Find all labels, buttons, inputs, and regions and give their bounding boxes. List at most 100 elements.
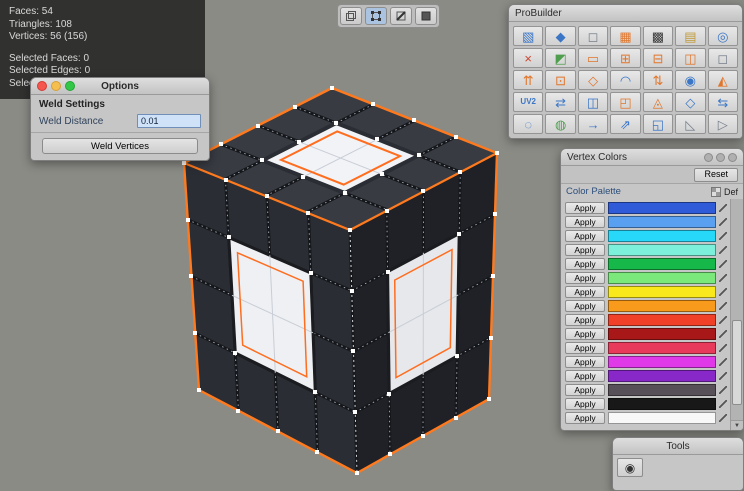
color-swatch[interactable]: [608, 384, 716, 396]
edit-color-icon[interactable]: [719, 344, 727, 352]
edit-color-icon[interactable]: [719, 232, 727, 240]
vertex-handle[interactable]: [276, 429, 280, 433]
edit-color-icon[interactable]: [719, 218, 727, 226]
edit-color-icon[interactable]: [719, 372, 727, 380]
vertex-handle[interactable]: [388, 452, 392, 456]
apply-color-button[interactable]: Apply: [565, 230, 605, 242]
color-swatch[interactable]: [608, 328, 716, 340]
apply-color-button[interactable]: Apply: [565, 328, 605, 340]
vertex-handle[interactable]: [343, 191, 347, 195]
color-swatch[interactable]: [608, 216, 716, 228]
edit-color-icon[interactable]: [719, 274, 727, 282]
edit-color-icon[interactable]: [719, 386, 727, 394]
zoom-button[interactable]: [65, 81, 75, 91]
face-mode-button[interactable]: [415, 7, 437, 25]
collapse-vertices-tool-button[interactable]: ▷: [708, 114, 738, 134]
weld-vertices-button[interactable]: Weld Vertices: [42, 138, 198, 154]
center-pivot-tool-button[interactable]: ◎: [708, 26, 738, 46]
shrink-selection-tool-button[interactable]: ⇗: [610, 114, 640, 134]
subdivide-object-tool-button[interactable]: ⊞: [610, 48, 640, 68]
flip-triangles-tool-button[interactable]: ⇆: [708, 92, 738, 112]
apply-color-button[interactable]: Apply: [565, 216, 605, 228]
poly-shape-tool-button[interactable]: ◆: [545, 26, 575, 46]
vertex-handle[interactable]: [458, 170, 462, 174]
vertex-handle[interactable]: [197, 388, 201, 392]
fill-holes-tool-button[interactable]: ◍: [545, 114, 575, 134]
subdivide-faces-tool-button[interactable]: ◬: [643, 92, 673, 112]
select-holes-tool-button[interactable]: ◌: [513, 114, 543, 134]
vertex-handle[interactable]: [297, 140, 301, 144]
palette-preset-selector[interactable]: Def: [711, 187, 738, 197]
options-titlebar[interactable]: Options: [31, 78, 209, 95]
vertex-handle[interactable]: [186, 218, 190, 222]
edit-color-icon[interactable]: [719, 260, 727, 268]
insert-edge-loop-tool-button[interactable]: ◫: [578, 92, 608, 112]
vertex-handle[interactable]: [301, 175, 305, 179]
apply-color-button[interactable]: Apply: [565, 370, 605, 382]
scrollbar[interactable]: ▼: [730, 199, 743, 431]
vertex-handle[interactable]: [227, 235, 231, 239]
vertex-colors-tool-button[interactable]: ▤: [675, 26, 705, 46]
close-button[interactable]: [37, 81, 47, 91]
vertex-handle[interactable]: [455, 354, 459, 358]
vertex-handle[interactable]: [348, 228, 352, 232]
vertex-handle[interactable]: [421, 189, 425, 193]
apply-color-button[interactable]: Apply: [565, 342, 605, 354]
apply-color-button[interactable]: Apply: [565, 202, 605, 214]
generate-uv2-tool-button[interactable]: UV2: [513, 92, 543, 112]
vertex-handle[interactable]: [233, 351, 237, 355]
edit-color-icon[interactable]: [719, 358, 727, 366]
color-swatch[interactable]: [608, 356, 716, 368]
vertex-handle[interactable]: [315, 450, 319, 454]
window-dot-icon[interactable]: [704, 153, 713, 162]
vertex-handle[interactable]: [193, 331, 197, 335]
vertex-handle[interactable]: [330, 86, 334, 90]
edit-color-icon[interactable]: [719, 414, 727, 422]
uv-editor-tool-button[interactable]: ▩: [643, 26, 673, 46]
color-swatch[interactable]: [608, 230, 716, 242]
minimize-button[interactable]: [51, 81, 61, 91]
color-swatch[interactable]: [608, 398, 716, 410]
bridge-edges-tool-button[interactable]: ◠: [610, 70, 640, 90]
smart-subdivide-tool-button[interactable]: ◇: [675, 92, 705, 112]
apply-color-button[interactable]: Apply: [565, 244, 605, 256]
apply-color-button[interactable]: Apply: [565, 272, 605, 284]
vertex-handle[interactable]: [224, 178, 228, 182]
bevel-edges-tool-button[interactable]: ◇: [578, 70, 608, 90]
edit-color-icon[interactable]: [719, 400, 727, 408]
edit-color-icon[interactable]: [719, 302, 727, 310]
vertex-handle[interactable]: [380, 172, 384, 176]
color-swatch[interactable]: [608, 370, 716, 382]
color-swatch[interactable]: [608, 286, 716, 298]
vertex-handle[interactable]: [385, 209, 389, 213]
offset-elements-tool-button[interactable]: ◰: [610, 92, 640, 112]
probuilder-titlebar[interactable]: ProBuilder: [509, 5, 742, 22]
smoothing-tool-button[interactable]: ◻: [578, 26, 608, 46]
triangulate-object-tool-button[interactable]: ◻: [708, 48, 738, 68]
vertex-handle[interactable]: [375, 137, 379, 141]
vertex-handle[interactable]: [313, 390, 317, 394]
apply-color-button[interactable]: Apply: [565, 286, 605, 298]
reset-button[interactable]: Reset: [694, 168, 738, 182]
edit-color-icon[interactable]: [719, 316, 727, 324]
edit-color-icon[interactable]: [719, 330, 727, 338]
edit-color-icon[interactable]: [719, 288, 727, 296]
flip-face-edge-tool-button[interactable]: ⇅: [643, 70, 673, 90]
conform-normals-tool-button[interactable]: ◫: [675, 48, 705, 68]
edit-color-icon[interactable]: [719, 204, 727, 212]
reset-transform-tool-button[interactable]: ⊟: [643, 48, 673, 68]
vertex-handle[interactable]: [412, 118, 416, 122]
edge-mode-button[interactable]: [390, 7, 412, 25]
tools-titlebar[interactable]: Tools: [613, 438, 743, 455]
vertex-handle[interactable]: [457, 232, 461, 236]
vertex-handle[interactable]: [182, 161, 186, 165]
merge-objects-tool-button[interactable]: ×: [513, 48, 543, 68]
vertex-handle[interactable]: [371, 102, 375, 106]
vertex-handle[interactable]: [454, 416, 458, 420]
vertex-handle[interactable]: [489, 336, 493, 340]
vertex-handle[interactable]: [265, 194, 269, 198]
window-dot-icon[interactable]: [716, 153, 725, 162]
vertex-handle[interactable]: [350, 289, 354, 293]
apply-color-button[interactable]: Apply: [565, 314, 605, 326]
vertex-handle[interactable]: [495, 151, 499, 155]
